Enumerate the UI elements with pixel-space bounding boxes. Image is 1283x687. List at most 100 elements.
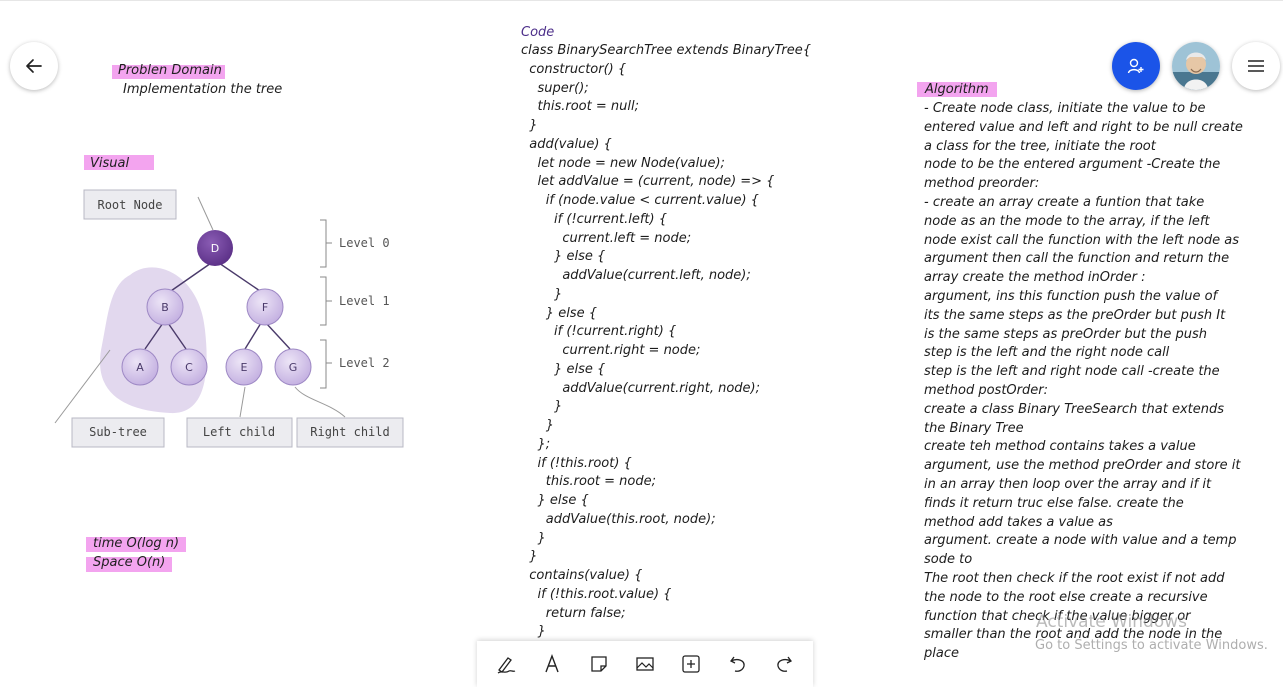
tree-node-e-label: E [241, 361, 248, 374]
add-person-icon [1127, 58, 1144, 74]
code-line: }; [521, 436, 551, 452]
activate-windows-subtitle: Go to Settings to activate Windows. [1035, 638, 1268, 653]
code-line: } [521, 549, 538, 565]
code-line: } else { [521, 493, 589, 508]
algorithm-text: - Create node class, initiate the value … [924, 100, 1274, 664]
algorithm-line: is the same steps as preOrder but the pu… [924, 326, 1208, 342]
visual-heading: Visual [90, 156, 130, 171]
algorithm-line: the Binary Tree [924, 420, 1024, 436]
undo-icon [729, 656, 745, 672]
algorithm-line: sode to [924, 552, 973, 568]
add-tool-button[interactable] [673, 646, 709, 682]
algorithm-heading: Algorithm [925, 82, 989, 97]
algorithm-line: array create the method inOrder : [924, 270, 1146, 286]
time-complexity: time O(log n) [93, 536, 180, 551]
code-line: } [521, 624, 546, 640]
sticky-note-icon [591, 656, 607, 672]
code-line: } else { [521, 305, 597, 321]
activate-windows-title: Activate Windows [1036, 612, 1187, 632]
code-line: this.root = null; [521, 99, 639, 115]
code-line: if (!this.root) { [521, 455, 632, 471]
algorithm-line: create teh method contains takes a value [924, 439, 1196, 455]
hamburger-menu-icon [1248, 60, 1264, 72]
space-complexity: Space O(n) [93, 555, 166, 570]
subtree-blob [100, 267, 207, 414]
algorithm-line: its the same steps as the preOrder but p… [924, 307, 1226, 323]
code-line: add(value) { [521, 136, 612, 152]
arrow-left-icon [26, 59, 42, 73]
right-child-label: Right child [310, 425, 389, 439]
level-0-label: Level 0 [339, 236, 390, 250]
algorithm-line: argument. create a node with value and a… [924, 533, 1237, 549]
left-child-label: Left child [203, 425, 275, 439]
problem-domain-text: Implementation the tree [123, 82, 283, 97]
code-line: let node = new Node(value); [521, 155, 725, 171]
algorithm-line: node as an the mode to the array, if the… [924, 213, 1210, 229]
algorithm-line: step is the left and right node call -cr… [924, 364, 1220, 380]
avatar[interactable] [1172, 42, 1220, 90]
text-tool-button[interactable] [534, 646, 570, 682]
image-tool-button[interactable] [627, 646, 663, 682]
code-line: } [521, 530, 546, 546]
code-line: } [521, 118, 538, 133]
code-heading: Code [521, 25, 555, 40]
code-line: current.right = node; [521, 343, 701, 358]
image-icon [636, 657, 654, 671]
algorithm-line: method postOrder: [924, 382, 1048, 398]
code-line: return false; [521, 605, 626, 621]
algorithm-line: - Create node class, initiate the value … [924, 101, 1206, 116]
algorithm-line: entered value and left and right to be n… [924, 119, 1243, 135]
algorithm-line: node exist call the function with the le… [924, 232, 1239, 248]
sticky-note-button[interactable] [581, 646, 617, 682]
algorithm-line: argument, use the method preOrder and st… [924, 458, 1241, 474]
code-line: } [521, 418, 555, 433]
code-line: if (!this.root.value) { [521, 586, 672, 602]
code-line: if (!current.left) { [521, 211, 667, 227]
code-line: class BinarySearchTree extends BinaryTre… [521, 43, 812, 58]
tree-diagram: Root Node D B F A C E G Level 0 Level 1 … [54, 189, 404, 448]
add-icon [682, 655, 700, 673]
code-line: } else { [521, 249, 606, 265]
code-line: current.left = node; [521, 230, 692, 246]
code-line: } [521, 399, 563, 415]
menu-button[interactable] [1232, 42, 1280, 90]
text-icon [545, 654, 560, 673]
back-button[interactable] [10, 42, 58, 90]
code-line: let addValue = (current, node) => { [521, 174, 775, 190]
code-line: addValue(current.right, node); [521, 380, 760, 396]
code-line: contains(value) { [521, 568, 643, 583]
algorithm-line: - create an array create a funtion that … [924, 194, 1205, 210]
problem-domain-heading: Problen Domain [118, 63, 222, 78]
drawing-toolbar [477, 641, 813, 687]
tree-node-d-label: D [211, 242, 219, 255]
code-line: addValue(current.left, node); [521, 268, 751, 283]
share-button[interactable] [1112, 42, 1160, 90]
level-1-label: Level 1 [339, 294, 390, 308]
algorithm-line: method add takes a value as [924, 514, 1113, 530]
code-line: constructor() { [521, 61, 627, 77]
code-line: this.root = node; [521, 474, 656, 490]
root-node-label: Root Node [97, 198, 162, 212]
algorithm-line: in an array then loop over the array and… [924, 476, 1212, 492]
tree-node-f-label: F [262, 301, 268, 314]
subtree-label: Sub-tree [89, 425, 147, 439]
algorithm-line: a class for the tree, initiate the root [924, 138, 1156, 154]
undo-button[interactable] [720, 646, 756, 682]
algorithm-line: argument then call the function and retu… [924, 251, 1230, 267]
pen-tool-button[interactable] [488, 646, 524, 682]
pen-icon [497, 657, 516, 674]
algorithm-line: step is the left and the right node call [924, 345, 1170, 361]
algorithm-line: finds it return truc else false. create … [924, 495, 1184, 511]
tree-node-a-label: A [136, 361, 144, 374]
tree-node-g-label: G [289, 361, 298, 374]
algorithm-line: the node to the root else create a recur… [924, 589, 1208, 605]
tree-node-b-label: B [161, 301, 169, 314]
algorithm-line: argument, ins this function push the val… [924, 288, 1218, 304]
algorithm-line: method preorder: [924, 176, 1040, 192]
tree-node-c-label: C [185, 361, 193, 374]
redo-icon [777, 656, 792, 672]
code-lines: class BinarySearchTree extends BinaryTre… [521, 42, 881, 642]
code-line: super(); [521, 80, 589, 96]
redo-button[interactable] [766, 646, 802, 682]
code-line: if (!current.right) { [521, 324, 677, 340]
